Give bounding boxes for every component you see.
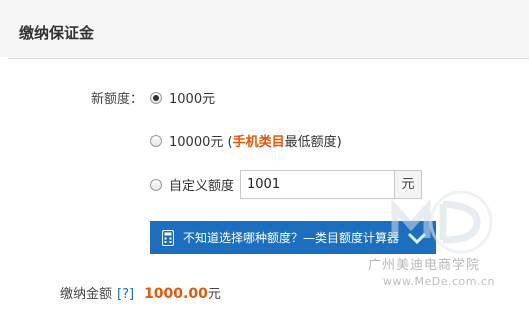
custom-quota-unit: 元 <box>395 170 422 199</box>
radio-checked-icon[interactable] <box>150 91 162 104</box>
custom-quota-input[interactable]: 1001 <box>240 170 395 199</box>
header-divider <box>8 58 529 59</box>
quota-option-1000[interactable]: 1000元 <box>150 88 215 107</box>
radio-icon[interactable] <box>150 178 162 191</box>
radio-icon[interactable] <box>150 134 162 147</box>
quota-option-label-prefix: 10000元 ( <box>169 135 233 150</box>
watermark-url: www.MeDe.com.cn <box>383 275 495 288</box>
quota-option-custom[interactable]: 自定义额度 <box>150 175 234 194</box>
quota-calculator-button[interactable]: 不知道选择哪种额度？—类目额度计算器 <box>150 221 436 254</box>
fee-row: 缴纳金额 [?] 1000.00 元 <box>60 283 221 302</box>
calculator-text: 不知道选择哪种额度？—类目额度计算器 <box>183 231 400 245</box>
fee-label: 缴纳金额 <box>60 287 113 302</box>
fee-help-link[interactable]: [?] <box>117 287 134 302</box>
calculator-icon <box>162 229 174 246</box>
page-title: 缴纳保证金 <box>19 24 95 42</box>
chevron-down-icon <box>406 229 428 247</box>
fee-amount: 1000.00 <box>144 286 208 302</box>
quota-option-10000[interactable]: 10000元 ( 手机类目 最低额度) <box>150 131 342 150</box>
watermark-text: 广州美迪电商学院 <box>368 258 481 273</box>
quota-option-highlight: 手机类目 <box>232 135 285 150</box>
quota-option-label: 自定义额度 <box>169 179 235 194</box>
new-quota-label: 新额度： <box>91 92 144 107</box>
header-bar: 缴纳保证金 <box>0 0 529 57</box>
quota-option-label-suffix: 最低额度) <box>284 135 342 150</box>
fee-unit: 元 <box>207 287 221 302</box>
quota-option-label: 1000元 <box>169 92 216 107</box>
